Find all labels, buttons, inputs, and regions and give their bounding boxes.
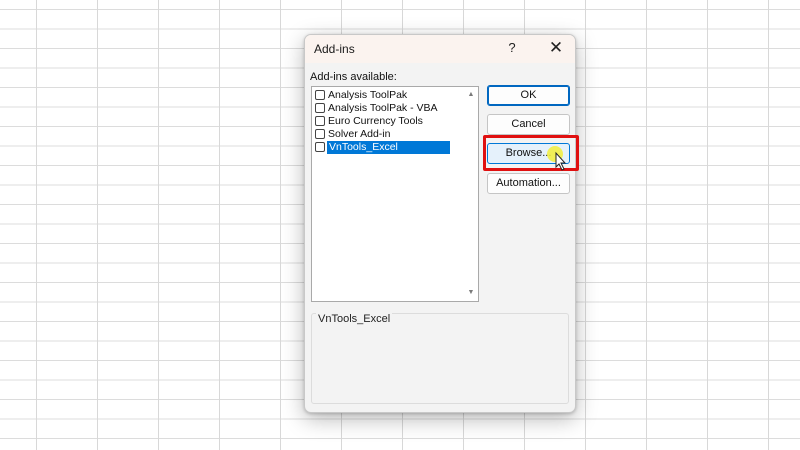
mouse-cursor-icon [547, 146, 567, 171]
automation-button[interactable]: Automation... [487, 173, 570, 194]
close-button[interactable]: ✕ [545, 38, 567, 58]
add-ins-available-label: Add-ins available: [310, 71, 397, 83]
description-label: VnTools_Excel [316, 313, 393, 325]
list-item-label: Euro Currency Tools [328, 115, 423, 127]
description-groupbox: VnTools_Excel [311, 313, 569, 404]
add-ins-listbox[interactable]: Analysis ToolPak Analysis ToolPak - VBA … [311, 86, 479, 302]
checkbox[interactable] [315, 142, 325, 152]
checkbox[interactable] [315, 90, 325, 100]
list-item-label: Analysis ToolPak - VBA [328, 102, 438, 114]
checkbox[interactable] [315, 103, 325, 113]
scroll-up-arrow-icon[interactable]: ▲ [464, 89, 478, 101]
list-item-label: VnTools_Excel [327, 141, 450, 154]
list-scrollbar[interactable]: ▲ ▼ [464, 87, 478, 301]
checkbox[interactable] [315, 129, 325, 139]
help-button[interactable]: ? [505, 39, 519, 57]
cancel-button[interactable]: Cancel [487, 114, 570, 135]
scroll-down-arrow-icon[interactable]: ▼ [464, 287, 478, 299]
checkbox[interactable] [315, 116, 325, 126]
add-ins-dialog: Add-ins ? ✕ Add-ins available: Analysis … [304, 34, 576, 413]
dialog-titlebar[interactable]: Add-ins ? ✕ [305, 35, 575, 63]
ok-button[interactable]: OK [487, 85, 570, 106]
list-item-label: Solver Add-in [328, 128, 391, 140]
list-item-label: Analysis ToolPak [328, 89, 408, 101]
dialog-title: Add-ins [314, 42, 355, 56]
